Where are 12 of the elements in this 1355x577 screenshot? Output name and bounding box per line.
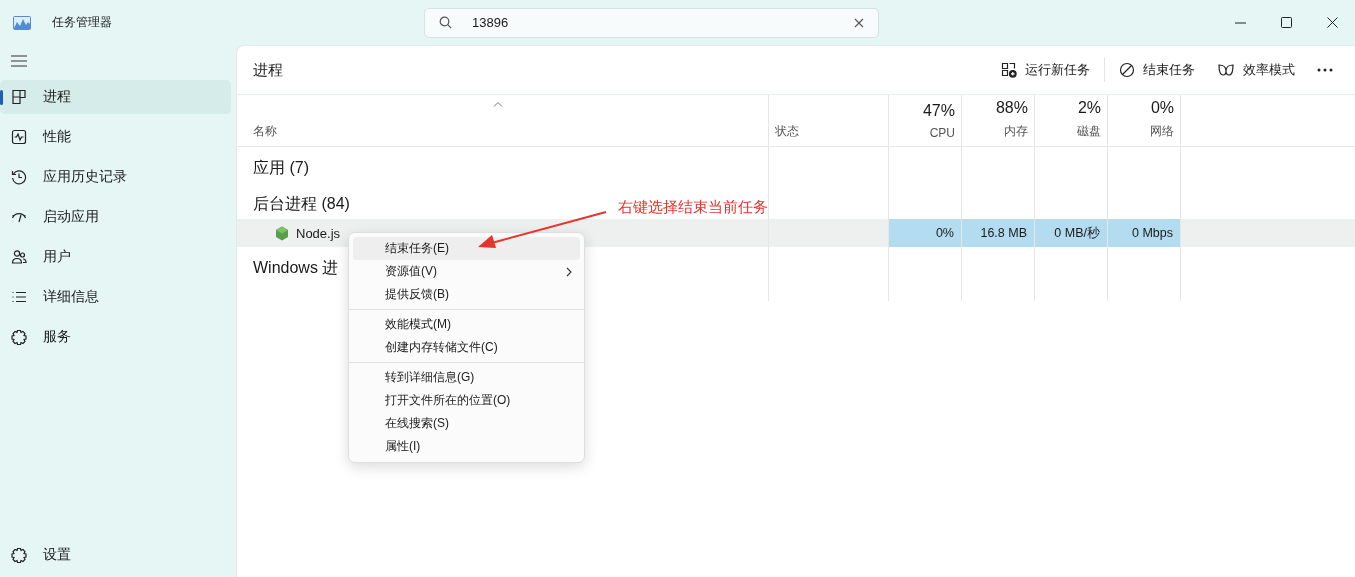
- table-cell: 0 MB/秒: [1054, 224, 1100, 242]
- usage-total: 0%: [1150, 99, 1174, 117]
- page-title: 进程: [253, 60, 284, 80]
- table-cell: 0 Mbps: [1132, 226, 1173, 240]
- table-cell: 0%: [935, 226, 954, 240]
- usage-total: 88%: [995, 99, 1028, 117]
- process-name: Node.js: [296, 225, 341, 241]
- annotation-text: 右键选择结束当前任务: [618, 198, 768, 217]
- usage-total: 2%: [1077, 99, 1101, 117]
- table-cell: 16.8 MB: [980, 226, 1027, 240]
- usage-total: 47%: [922, 102, 955, 120]
- window-title: 任务管理器: [52, 14, 113, 31]
